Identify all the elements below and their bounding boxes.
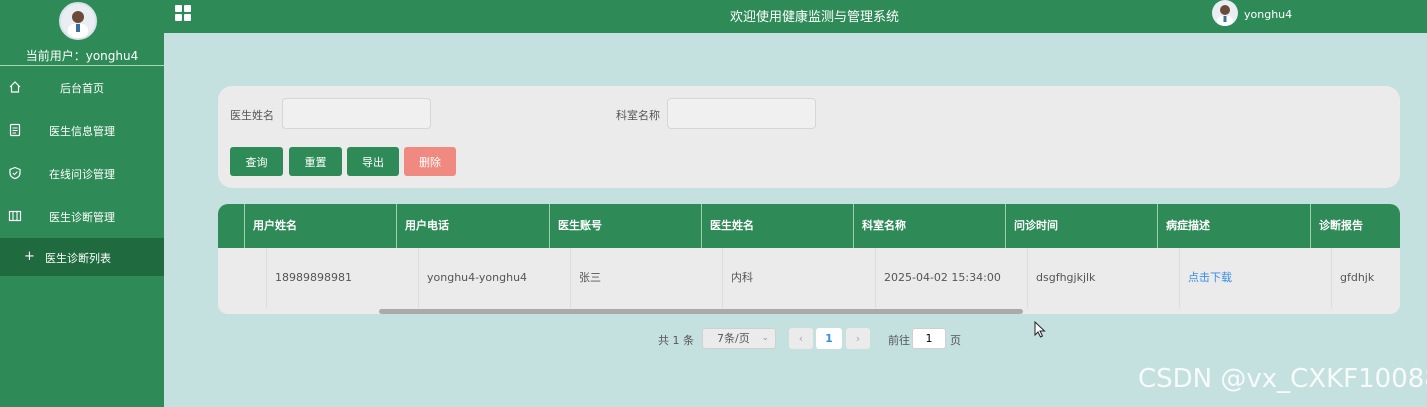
next-page-button[interactable]: ›	[846, 328, 870, 349]
column-header-consult-time: 问诊时间	[1005, 204, 1157, 248]
department-label: 科室名称	[616, 109, 660, 122]
sidebar-item-online-consult[interactable]: 在线问诊管理	[0, 152, 164, 195]
table-row[interactable]: 18989898981 yonghu4-yonghu4 张三 内科 2025-0…	[218, 248, 1400, 308]
horizontal-scrollbar[interactable]	[379, 309, 1023, 314]
doctor-name-label: 医生姓名	[230, 109, 274, 122]
watermark: CSDN @vx_CXKF10088	[1138, 364, 1427, 394]
data-table: 用户姓名 用户电话 医生账号 医生姓名 科室名称 问诊时间 病症描述 诊断报告 …	[218, 204, 1400, 314]
query-button[interactable]: 查询	[230, 147, 283, 176]
goto-label: 前往	[888, 334, 910, 347]
page-size-select[interactable]: 7条/页 ⌄	[702, 328, 776, 349]
system-title: 欢迎使用健康监测与管理系统	[730, 10, 900, 25]
search-panel: 医生姓名 科室名称 查询 重置 导出 删除	[218, 86, 1400, 188]
current-page-number[interactable]: 1	[816, 328, 842, 349]
current-user-label: 当前用户：yonghu4	[25, 49, 139, 63]
download-link[interactable]: 点击下载	[1188, 271, 1232, 284]
column-header-symptoms: 病症描述	[1157, 204, 1310, 248]
table-cell: 18989898981	[266, 248, 418, 308]
reset-button[interactable]: 重置	[289, 147, 342, 176]
sidebar-item-label: 在线问诊管理	[49, 168, 115, 181]
column-header-doctor-account: 医生账号	[549, 204, 701, 248]
prev-page-button[interactable]: ‹	[789, 328, 813, 349]
goto-page-input[interactable]	[912, 328, 946, 349]
sidebar-item-doctor-info[interactable]: 医生信息管理	[0, 109, 164, 152]
sidebar-item-home[interactable]: 后台首页	[0, 66, 164, 109]
sidebar-subitem-label: 医生诊断列表	[45, 252, 111, 265]
table-cell: 点击下载	[1179, 248, 1331, 308]
column-header-diagnosis-report: 诊断报告	[1310, 204, 1400, 248]
sidebar-user-panel: 当前用户：yonghu4	[0, 0, 164, 66]
sidebar-item-label: 医生诊断管理	[49, 211, 115, 224]
mouse-cursor-icon	[1034, 321, 1046, 338]
pagination-total: 共 1 条	[658, 334, 694, 347]
export-button[interactable]: 导出	[347, 147, 399, 176]
table-cell: 内科	[722, 248, 875, 308]
doctor-name-input[interactable]	[282, 98, 431, 129]
sidebar: 当前用户：yonghu4 后台首页 医生信息管理 在线问诊管理 医生诊断管理 +…	[0, 0, 164, 407]
menu-grid-icon[interactable]	[175, 5, 191, 21]
column-header-department: 科室名称	[853, 204, 1005, 248]
table-header: 用户姓名 用户电话 医生账号 医生姓名 科室名称 问诊时间 病症描述 诊断报告	[218, 204, 1400, 248]
page-size-value: 7条/页	[717, 332, 750, 345]
avatar	[59, 2, 97, 40]
department-input[interactable]	[667, 98, 816, 129]
table-cell: 2025-04-02 15:34:00	[875, 248, 1027, 308]
column-header-user-phone: 用户电话	[396, 204, 549, 248]
sidebar-subitem-diagnosis-list[interactable]: + 医生诊断列表	[0, 238, 164, 276]
sidebar-item-label: 医生信息管理	[49, 125, 115, 138]
plus-icon: +	[24, 249, 35, 264]
top-bar: 欢迎使用健康监测与管理系统 yonghu4	[164, 0, 1427, 33]
sidebar-item-diagnosis[interactable]: 医生诊断管理	[0, 195, 164, 238]
row-select-cell[interactable]	[218, 248, 266, 308]
table-cell: dsgfhgjkjlk	[1027, 248, 1179, 308]
page-unit-label: 页	[950, 334, 961, 347]
column-header-user-name: 用户姓名	[244, 204, 396, 248]
table-cell: 张三	[570, 248, 722, 308]
sidebar-item-label: 后台首页	[60, 82, 104, 95]
select-column-header	[218, 204, 244, 248]
table-cell: yonghu4-yonghu4	[418, 248, 570, 308]
avatar[interactable]	[1212, 0, 1238, 26]
header-username[interactable]: yonghu4	[1244, 8, 1292, 21]
column-header-doctor-name: 医生姓名	[701, 204, 853, 248]
delete-button[interactable]: 删除	[404, 147, 456, 176]
chevron-down-icon: ⌄	[761, 333, 769, 343]
table-cell: gfdhjk	[1331, 248, 1400, 308]
